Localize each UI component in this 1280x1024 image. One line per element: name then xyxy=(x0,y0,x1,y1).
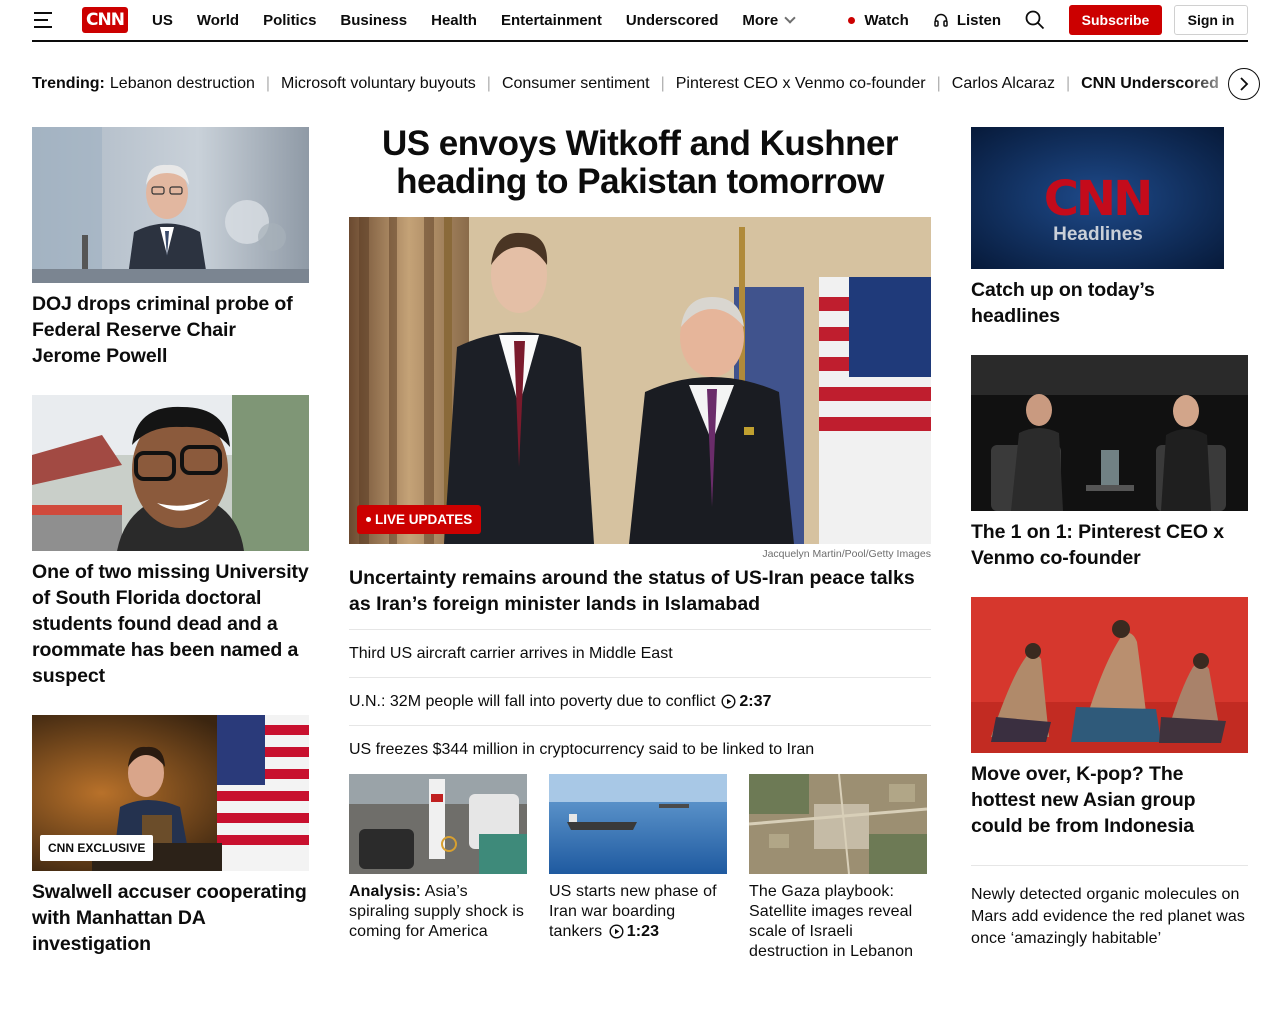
thumb-caption: The Gaza playbook: Satellite images reve… xyxy=(749,883,914,960)
site-header: CNN US World Politics Business Health En… xyxy=(32,0,1248,42)
story-card[interactable]: DOJ drops criminal probe of Federal Rese… xyxy=(32,127,309,369)
headphones-icon xyxy=(934,13,948,27)
story-card[interactable]: The 1 on 1: Pinterest CEO x Venmo co-fou… xyxy=(971,355,1248,571)
story-headline: DOJ drops criminal probe of Federal Rese… xyxy=(32,293,293,367)
story-card[interactable]: One of two missing University of South F… xyxy=(32,395,309,689)
related-link-text: U.N.: 32M people will fall into poverty … xyxy=(349,692,716,710)
analysis-label: Analysis: xyxy=(349,883,422,900)
photo-credit: Jacquelyn Martin/Pool/Getty Images xyxy=(762,548,931,560)
chevron-down-icon xyxy=(784,11,796,24)
thumb-image xyxy=(349,774,527,874)
thumb-caption: Analysis: Asia’s spiraling supply shock … xyxy=(349,882,527,942)
right-column: CNN Headlines Catch up on today’s headli… xyxy=(971,127,1248,950)
lead-subheadline[interactable]: Uncertainty remains around the status of… xyxy=(349,565,931,630)
exclusive-badge: CNN EXCLUSIVE xyxy=(40,835,154,861)
story-image xyxy=(32,395,309,551)
story-image: CNN EXCLUSIVE xyxy=(32,715,309,871)
story-headline: Swalwell accuser cooperating with Manhat… xyxy=(32,881,307,955)
listen-label: Listen xyxy=(956,11,1001,29)
header-actions: Watch Listen Subscribe Sign in xyxy=(848,5,1248,35)
play-icon xyxy=(609,924,624,939)
story-image xyxy=(32,127,309,283)
story-headline: The 1 on 1: Pinterest CEO x Venmo co-fou… xyxy=(971,521,1225,569)
headlines-logo: CNN xyxy=(1044,171,1151,227)
trending-item[interactable]: Lebanon destruction xyxy=(110,75,255,93)
thumb-caption: US starts new phase of Iran war boarding… xyxy=(549,882,727,942)
thumb-image xyxy=(749,774,927,874)
related-link[interactable]: Third US aircraft carrier arrives in Mid… xyxy=(349,630,931,678)
trending-item[interactable]: Pinterest CEO x Venmo co-founder xyxy=(676,75,926,93)
related-link-text: Third US aircraft carrier arrives in Mid… xyxy=(349,644,673,662)
story-headline: Move over, K-pop? The hottest new Asian … xyxy=(971,763,1196,837)
nav-more-label: More xyxy=(742,11,779,29)
lead-image[interactable]: LIVE UPDATES xyxy=(349,217,931,544)
live-dot-icon xyxy=(366,517,371,522)
cnn-logo[interactable]: CNN xyxy=(82,7,128,33)
thumb-story[interactable]: Analysis: Asia’s spiraling supply shock … xyxy=(349,774,527,962)
related-link[interactable]: US freezes $344 million in cryptocurrenc… xyxy=(349,726,931,774)
main-nav: US World Politics Business Health Entert… xyxy=(152,12,818,29)
trending-item[interactable]: Carlos Alcaraz xyxy=(952,75,1055,93)
story-card[interactable]: CNN EXCLUSIVE Swalwell accuser cooperati… xyxy=(32,715,309,957)
live-updates-label: LIVE UPDATES xyxy=(375,512,473,527)
search-button[interactable] xyxy=(1025,10,1045,30)
live-updates-badge: LIVE UPDATES xyxy=(357,505,482,534)
thumb-story[interactable]: US starts new phase of Iran war boarding… xyxy=(549,774,727,962)
nav-underscored[interactable]: Underscored xyxy=(626,12,719,29)
related-link[interactable]: U.N.: 32M people will fall into poverty … xyxy=(349,678,931,726)
story-card[interactable]: Move over, K-pop? The hottest new Asian … xyxy=(971,597,1248,839)
subscribe-button[interactable]: Subscribe xyxy=(1069,5,1162,35)
nav-business[interactable]: Business xyxy=(340,12,407,29)
left-column: DOJ drops criminal probe of Federal Rese… xyxy=(32,127,309,957)
lead-headline[interactable]: US envoys Witkoff and Kushner heading to… xyxy=(349,125,931,201)
related-link-text: US freezes $344 million in cryptocurrenc… xyxy=(349,741,815,758)
trending-next-button[interactable] xyxy=(1228,68,1260,100)
menu-icon[interactable] xyxy=(34,12,56,28)
trending-bar: Trending: Lebanon destruction | Microsof… xyxy=(32,68,1280,100)
thumb-image xyxy=(549,774,727,874)
related-thumbs: Analysis: Asia’s spiraling supply shock … xyxy=(349,774,931,962)
sign-in-button[interactable]: Sign in xyxy=(1174,5,1248,35)
headlines-promo-image: CNN Headlines xyxy=(971,127,1224,269)
story-headline: One of two missing University of South F… xyxy=(32,561,309,687)
nav-us[interactable]: US xyxy=(152,12,173,29)
search-icon xyxy=(1025,10,1045,30)
thumb-story[interactable]: The Gaza playbook: Satellite images reve… xyxy=(749,774,927,962)
trending-item[interactable]: Microsoft voluntary buyouts xyxy=(281,75,476,93)
nav-world[interactable]: World xyxy=(197,12,239,29)
nav-health[interactable]: Health xyxy=(431,12,477,29)
nav-politics[interactable]: Politics xyxy=(263,12,316,29)
text-story-link[interactable]: Newly detected organic molecules on Mars… xyxy=(971,865,1248,950)
listen-link[interactable]: Listen xyxy=(933,12,1001,29)
trending-item[interactable]: Consumer sentiment xyxy=(502,75,650,93)
video-duration: 1:23 xyxy=(626,923,660,940)
nav-more[interactable]: More xyxy=(742,11,796,29)
trending-divider: | xyxy=(486,75,491,92)
video-duration: 2:37 xyxy=(739,692,772,710)
trending-divider: | xyxy=(1065,75,1071,92)
trending-divider: | xyxy=(660,75,665,92)
live-dot-icon xyxy=(848,16,856,24)
play-icon xyxy=(721,694,736,709)
nav-entertainment[interactable]: Entertainment xyxy=(501,12,602,29)
lead-column: US envoys Witkoff and Kushner heading to… xyxy=(349,125,931,962)
headlines-label: Headlines xyxy=(1053,224,1143,245)
story-image xyxy=(971,597,1248,753)
story-image xyxy=(971,355,1248,511)
watch-label: Watch xyxy=(864,11,909,29)
trending-divider: | xyxy=(265,75,271,92)
trending-divider: | xyxy=(936,75,941,92)
watch-link[interactable]: Watch xyxy=(848,11,909,29)
chevron-right-icon xyxy=(1240,77,1249,91)
story-headline: Catch up on today’s headlines xyxy=(971,279,1155,327)
headlines-promo[interactable]: CNN Headlines Catch up on today’s headli… xyxy=(971,127,1248,329)
trending-label: Trending: xyxy=(32,75,105,92)
